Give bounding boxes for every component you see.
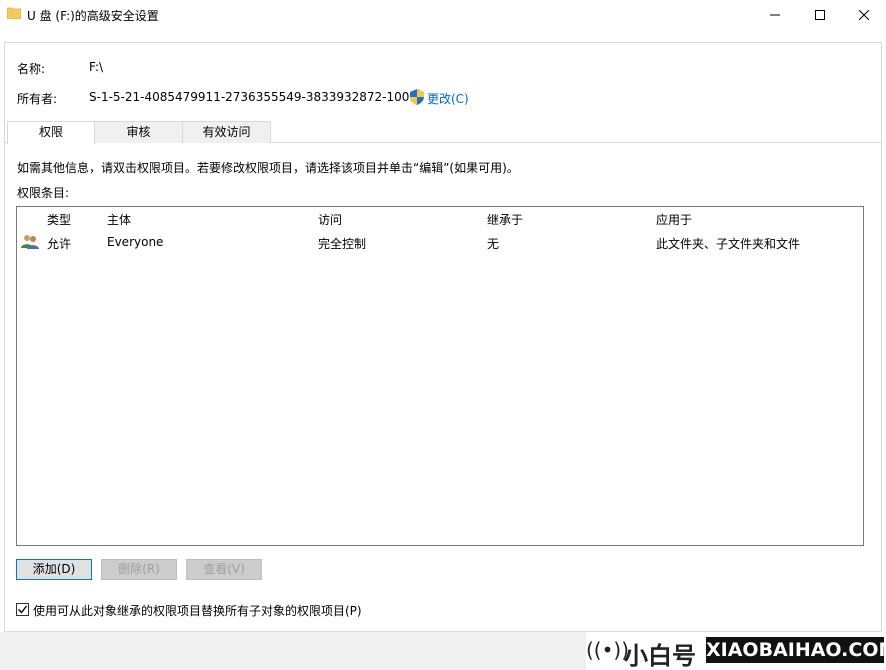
view-button[interactable]: 查看(V) bbox=[186, 559, 262, 580]
owner-label: 所有者: bbox=[17, 92, 58, 106]
tab-effective-access[interactable]: 有效访问 bbox=[182, 121, 271, 143]
permission-entries-list[interactable]: 类型 主体 访问 继承于 应用于 允许 Everyone 完全控制 无 此文件夹… bbox=[16, 206, 864, 546]
minimize-button[interactable] bbox=[752, 0, 797, 30]
permission-entries-label: 权限条目: bbox=[17, 186, 70, 200]
row-principal: Everyone bbox=[107, 235, 164, 249]
replace-child-permissions-checkbox[interactable] bbox=[16, 603, 29, 616]
close-icon bbox=[858, 10, 869, 20]
replace-child-permissions-label[interactable]: 使用可从此对象继承的权限项目替换所有子对象的权限项目(P) bbox=[33, 602, 362, 619]
tab-strip: 权限 审核 有效访问 bbox=[5, 121, 881, 144]
users-icon bbox=[21, 235, 39, 249]
shield-icon bbox=[410, 89, 424, 105]
watermark-en: XIAOBAIHAO.COM bbox=[706, 637, 886, 663]
row-applies-to: 此文件夹、子文件夹和文件 bbox=[656, 237, 801, 251]
remove-button[interactable]: 删除(R) bbox=[101, 559, 177, 580]
table-row[interactable]: 允许 Everyone 完全控制 无 此文件夹、子文件夹和文件 bbox=[17, 233, 863, 253]
folder-icon bbox=[7, 7, 21, 19]
window-title: U 盘 (F:)的高级安全设置 bbox=[27, 9, 159, 23]
title-bar: U 盘 (F:)的高级安全设置 bbox=[0, 0, 886, 30]
list-header: 类型 主体 访问 继承于 应用于 bbox=[17, 207, 863, 229]
column-header-principal[interactable]: 主体 bbox=[107, 211, 131, 228]
minimize-icon bbox=[769, 14, 780, 16]
add-button[interactable]: 添加(D) bbox=[16, 559, 92, 580]
owner-value: S-1-5-21-4085479911-2736355549-383393287… bbox=[89, 90, 418, 104]
column-header-type[interactable]: 类型 bbox=[47, 211, 71, 228]
broadcast-icon: ((•)) bbox=[586, 638, 630, 662]
close-button[interactable] bbox=[841, 0, 886, 30]
name-label: 名称: bbox=[17, 62, 46, 76]
tab-auditing[interactable]: 审核 bbox=[94, 121, 183, 143]
watermark-logo: ((•)) 小白号 XIAOBAIHAO.COM bbox=[586, 632, 886, 670]
name-value: F:\ bbox=[89, 60, 104, 74]
info-text: 如需其他信息，请双击权限项目。若要修改权限项目，请选择该项目并单击“编辑”(如果… bbox=[17, 161, 519, 175]
tab-permissions[interactable]: 权限 bbox=[7, 121, 95, 144]
maximize-button[interactable] bbox=[797, 0, 842, 30]
row-access: 完全控制 bbox=[318, 237, 367, 251]
column-header-access[interactable]: 访问 bbox=[318, 211, 342, 228]
dialog-body: 名称: F:\ 所有者: S-1-5-21-4085479911-2736355… bbox=[4, 42, 882, 632]
row-inherited: 无 bbox=[487, 237, 500, 251]
column-header-applies-to[interactable]: 应用于 bbox=[656, 211, 692, 228]
checkmark-icon bbox=[18, 605, 28, 614]
row-type: 允许 bbox=[47, 237, 72, 251]
change-owner-link[interactable]: 更改(C) bbox=[427, 90, 469, 107]
maximize-icon bbox=[814, 10, 825, 20]
watermark-cn: 小白号 bbox=[624, 642, 696, 670]
column-header-inherited[interactable]: 继承于 bbox=[487, 211, 523, 228]
